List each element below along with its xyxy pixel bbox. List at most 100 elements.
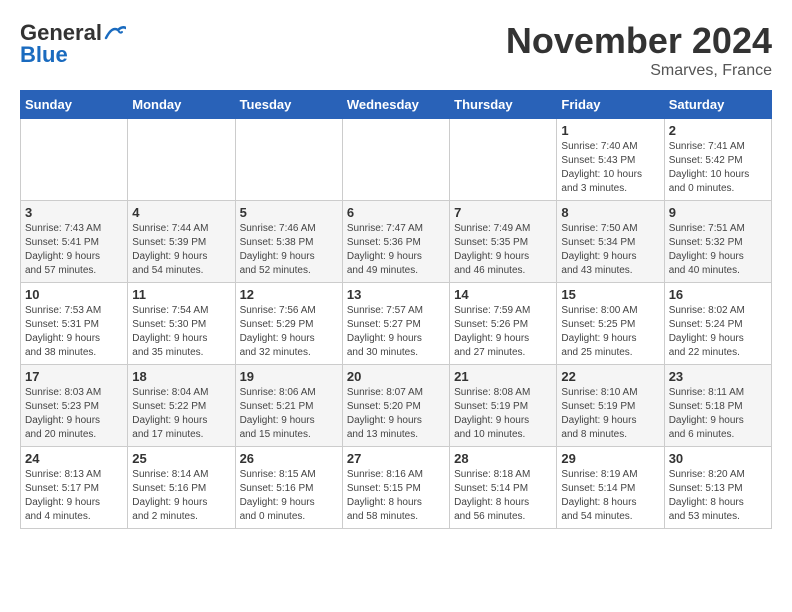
day-number: 24	[25, 451, 123, 466]
day-cell: 19 Sunrise: 8:06 AM Sunset: 5:21 PM Dayli…	[235, 365, 342, 447]
week-row-3: 10Sunrise: 7:53 AM Sunset: 5:31 PM Dayli…	[21, 283, 772, 365]
day-cell: 3Sunrise: 7:43 AM Sunset: 5:41 PM Daylig…	[21, 201, 128, 283]
day-cell: 20 Sunrise: 8:07 AM Sunset: 5:20 PM Dayli…	[342, 365, 449, 447]
day-cell: 7 Sunrise: 7:49 AM Sunset: 5:35 PM Daylig…	[450, 201, 557, 283]
col-header-monday: Monday	[128, 91, 235, 119]
day-info: Sunrise: 7:59 AM Sunset: 5:26 PM Dayligh…	[454, 304, 552, 360]
day-cell	[21, 119, 128, 201]
week-row-4: 17 Sunrise: 8:03 AM Sunset: 5:23 PM Dayli…	[21, 365, 772, 447]
day-cell: 26 Sunrise: 8:15 AM Sunset: 5:16 PM Dayli…	[235, 447, 342, 529]
day-cell: 2 Sunrise: 7:41 AM Sunset: 5:42 PM Daylig…	[664, 119, 771, 201]
month-title: November 2024	[506, 20, 772, 62]
day-cell: 15 Sunrise: 8:00 AM Sunset: 5:25 PM Dayli…	[557, 283, 664, 365]
day-number: 2	[669, 123, 767, 138]
day-cell: 6 Sunrise: 7:47 AM Sunset: 5:36 PM Daylig…	[342, 201, 449, 283]
day-number: 20	[347, 369, 445, 384]
day-number: 1	[561, 123, 659, 138]
day-number: 19	[240, 369, 338, 384]
day-cell: 11 Sunrise: 7:54 AM Sunset: 5:30 PM Dayli…	[128, 283, 235, 365]
day-number: 5	[240, 205, 338, 220]
col-header-thursday: Thursday	[450, 91, 557, 119]
day-info: Sunrise: 8:18 AM Sunset: 5:14 PM Dayligh…	[454, 468, 552, 524]
day-number: 9	[669, 205, 767, 220]
day-number: 23	[669, 369, 767, 384]
day-number: 14	[454, 287, 552, 302]
day-info: Sunrise: 7:47 AM Sunset: 5:36 PM Dayligh…	[347, 222, 445, 278]
logo-text-blue: Blue	[20, 42, 68, 68]
day-number: 22	[561, 369, 659, 384]
day-number: 8	[561, 205, 659, 220]
day-cell: 25 Sunrise: 8:14 AM Sunset: 5:16 PM Dayli…	[128, 447, 235, 529]
day-info: Sunrise: 8:16 AM Sunset: 5:15 PM Dayligh…	[347, 468, 445, 524]
day-info: Sunrise: 7:49 AM Sunset: 5:35 PM Dayligh…	[454, 222, 552, 278]
day-number: 16	[669, 287, 767, 302]
day-cell	[235, 119, 342, 201]
day-info: Sunrise: 7:43 AM Sunset: 5:41 PM Dayligh…	[25, 222, 123, 278]
day-number: 4	[132, 205, 230, 220]
week-row-1: 1Sunrise: 7:40 AM Sunset: 5:43 PM Daylig…	[21, 119, 772, 201]
day-number: 11	[132, 287, 230, 302]
day-number: 27	[347, 451, 445, 466]
day-cell	[450, 119, 557, 201]
day-info: Sunrise: 7:50 AM Sunset: 5:34 PM Dayligh…	[561, 222, 659, 278]
day-cell: 12 Sunrise: 7:56 AM Sunset: 5:29 PM Dayli…	[235, 283, 342, 365]
day-cell: 18 Sunrise: 8:04 AM Sunset: 5:22 PM Dayli…	[128, 365, 235, 447]
day-info: Sunrise: 8:08 AM Sunset: 5:19 PM Dayligh…	[454, 386, 552, 442]
day-info: Sunrise: 8:13 AM Sunset: 5:17 PM Dayligh…	[25, 468, 123, 524]
title-area: November 2024 Smarves, France	[506, 20, 772, 80]
col-header-sunday: Sunday	[21, 91, 128, 119]
day-info: Sunrise: 7:54 AM Sunset: 5:30 PM Dayligh…	[132, 304, 230, 360]
day-info: Sunrise: 8:02 AM Sunset: 5:24 PM Dayligh…	[669, 304, 767, 360]
day-cell: 27 Sunrise: 8:16 AM Sunset: 5:15 PM Dayli…	[342, 447, 449, 529]
day-cell: 24 Sunrise: 8:13 AM Sunset: 5:17 PM Dayli…	[21, 447, 128, 529]
day-info: Sunrise: 7:57 AM Sunset: 5:27 PM Dayligh…	[347, 304, 445, 360]
day-info: Sunrise: 8:14 AM Sunset: 5:16 PM Dayligh…	[132, 468, 230, 524]
col-header-friday: Friday	[557, 91, 664, 119]
day-cell: 5Sunrise: 7:46 AM Sunset: 5:38 PM Daylig…	[235, 201, 342, 283]
week-row-2: 3Sunrise: 7:43 AM Sunset: 5:41 PM Daylig…	[21, 201, 772, 283]
day-number: 30	[669, 451, 767, 466]
day-info: Sunrise: 7:53 AM Sunset: 5:31 PM Dayligh…	[25, 304, 123, 360]
day-cell: 16 Sunrise: 8:02 AM Sunset: 5:24 PM Dayli…	[664, 283, 771, 365]
day-info: Sunrise: 8:06 AM Sunset: 5:21 PM Dayligh…	[240, 386, 338, 442]
day-cell: 28Sunrise: 8:18 AM Sunset: 5:14 PM Dayli…	[450, 447, 557, 529]
day-number: 15	[561, 287, 659, 302]
day-cell: 30 Sunrise: 8:20 AM Sunset: 5:13 PM Dayli…	[664, 447, 771, 529]
day-info: Sunrise: 8:00 AM Sunset: 5:25 PM Dayligh…	[561, 304, 659, 360]
day-number: 6	[347, 205, 445, 220]
day-cell: 13 Sunrise: 7:57 AM Sunset: 5:27 PM Dayli…	[342, 283, 449, 365]
day-cell: 10Sunrise: 7:53 AM Sunset: 5:31 PM Dayli…	[21, 283, 128, 365]
day-number: 12	[240, 287, 338, 302]
day-cell	[342, 119, 449, 201]
day-cell	[128, 119, 235, 201]
day-info: Sunrise: 8:20 AM Sunset: 5:13 PM Dayligh…	[669, 468, 767, 524]
day-cell: 23Sunrise: 8:11 AM Sunset: 5:18 PM Dayli…	[664, 365, 771, 447]
logo-bird-icon	[104, 24, 126, 42]
day-number: 17	[25, 369, 123, 384]
day-cell: 8 Sunrise: 7:50 AM Sunset: 5:34 PM Daylig…	[557, 201, 664, 283]
day-number: 26	[240, 451, 338, 466]
day-cell: 21Sunrise: 8:08 AM Sunset: 5:19 PM Dayli…	[450, 365, 557, 447]
day-number: 13	[347, 287, 445, 302]
col-header-wednesday: Wednesday	[342, 91, 449, 119]
day-info: Sunrise: 8:04 AM Sunset: 5:22 PM Dayligh…	[132, 386, 230, 442]
day-number: 25	[132, 451, 230, 466]
header: General Blue November 2024 Smarves, Fran…	[20, 20, 772, 80]
day-cell: 14 Sunrise: 7:59 AM Sunset: 5:26 PM Dayli…	[450, 283, 557, 365]
day-cell: 17 Sunrise: 8:03 AM Sunset: 5:23 PM Dayli…	[21, 365, 128, 447]
calendar-table: SundayMondayTuesdayWednesdayThursdayFrid…	[20, 90, 772, 529]
header-row: SundayMondayTuesdayWednesdayThursdayFrid…	[21, 91, 772, 119]
day-cell: 9Sunrise: 7:51 AM Sunset: 5:32 PM Daylig…	[664, 201, 771, 283]
day-info: Sunrise: 8:07 AM Sunset: 5:20 PM Dayligh…	[347, 386, 445, 442]
day-info: Sunrise: 7:41 AM Sunset: 5:42 PM Dayligh…	[669, 140, 767, 196]
col-header-saturday: Saturday	[664, 91, 771, 119]
day-number: 7	[454, 205, 552, 220]
day-cell: 22Sunrise: 8:10 AM Sunset: 5:19 PM Dayli…	[557, 365, 664, 447]
day-number: 18	[132, 369, 230, 384]
week-row-5: 24 Sunrise: 8:13 AM Sunset: 5:17 PM Dayli…	[21, 447, 772, 529]
day-info: Sunrise: 8:15 AM Sunset: 5:16 PM Dayligh…	[240, 468, 338, 524]
day-info: Sunrise: 8:03 AM Sunset: 5:23 PM Dayligh…	[25, 386, 123, 442]
day-info: Sunrise: 7:56 AM Sunset: 5:29 PM Dayligh…	[240, 304, 338, 360]
day-info: Sunrise: 8:19 AM Sunset: 5:14 PM Dayligh…	[561, 468, 659, 524]
col-header-tuesday: Tuesday	[235, 91, 342, 119]
